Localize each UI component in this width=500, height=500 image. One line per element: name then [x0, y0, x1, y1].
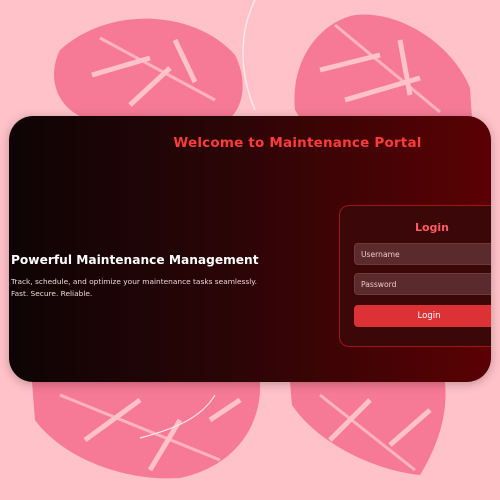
username-input[interactable]	[354, 243, 491, 265]
monstera-leaf-icon	[54, 18, 243, 118]
hero-description: Track, schedule, and optimize your maint…	[11, 277, 257, 286]
hero-section: Powerful Maintenance Management Track, s…	[11, 253, 311, 300]
hero-heading: Powerful Maintenance Management	[11, 253, 259, 267]
login-title: Login	[414, 221, 450, 234]
login-panel: Login Login	[339, 205, 491, 347]
hero-description-block: Track, schedule, and optimize your maint…	[11, 276, 311, 300]
monstera-leaf-icon	[294, 14, 472, 118]
monstera-leaf-icon	[32, 382, 261, 479]
login-button[interactable]: Login	[354, 305, 491, 327]
portal-title: Welcome to Maintenance Portal	[173, 135, 422, 151]
password-input[interactable]	[354, 273, 491, 295]
decorative-swirl	[242, 0, 256, 111]
monstera-leaf-icon	[290, 382, 446, 475]
hero-tagline: Fast. Secure. Reliable.	[11, 289, 93, 298]
welcome-card: Welcome to Maintenance Portal Powerful M…	[9, 116, 491, 382]
